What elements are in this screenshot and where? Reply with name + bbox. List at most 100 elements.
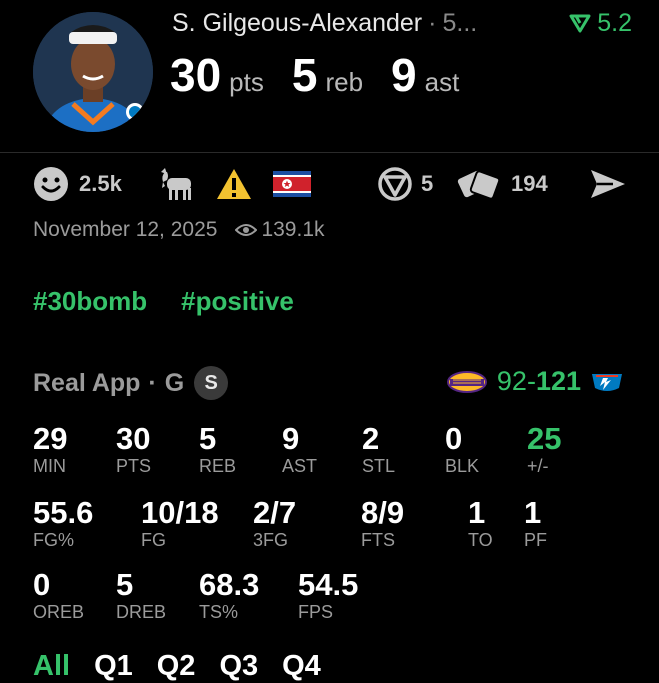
stat-pf: 1 PF bbox=[524, 495, 548, 551]
stat-to: 1 TO bbox=[468, 495, 493, 551]
stat-label: +/- bbox=[527, 456, 549, 476]
stat-dreb: 5 DREB bbox=[116, 567, 167, 623]
stat-label: TS% bbox=[199, 602, 239, 622]
points-unit: pts bbox=[229, 67, 264, 97]
stat-label: MIN bbox=[33, 456, 66, 476]
assists-value: 9 bbox=[391, 49, 417, 101]
post-date: November 12, 2025 bbox=[33, 218, 218, 241]
stat-label: TO bbox=[468, 530, 493, 550]
view-count: 139.1k bbox=[235, 218, 325, 242]
goat-button[interactable] bbox=[157, 160, 197, 208]
source-separator: · bbox=[148, 368, 157, 397]
stat-label: PF bbox=[524, 530, 548, 550]
stat-fg-pct: 55.6 FG% bbox=[33, 495, 94, 551]
stat-min: 29 MIN bbox=[33, 422, 67, 477]
post-meta: November 12, 2025 139.1k bbox=[33, 218, 325, 242]
stat-label: PTS bbox=[116, 456, 152, 476]
assists-unit: ast bbox=[424, 67, 460, 97]
tab-all[interactable]: All bbox=[33, 650, 70, 683]
stat-value: 9 bbox=[282, 421, 300, 456]
lakers-logo-icon bbox=[446, 370, 487, 393]
stat-value: 2 bbox=[362, 421, 380, 456]
stat-value: 2/7 bbox=[253, 495, 297, 530]
stat-value: 10/18 bbox=[141, 495, 219, 530]
warning-icon bbox=[217, 169, 251, 199]
stat-value: 68.3 bbox=[199, 567, 260, 602]
stat-value: 0 bbox=[445, 421, 463, 456]
stat-value: 0 bbox=[33, 567, 51, 602]
header-divider bbox=[0, 152, 659, 153]
flag-button[interactable] bbox=[273, 160, 311, 208]
action-bar: 2.5k 5 194 bbox=[33, 160, 633, 208]
stat-pts: 30 PTS bbox=[116, 421, 152, 477]
stat-oreb: 0 OREB bbox=[33, 567, 85, 623]
stat-value: 55.6 bbox=[33, 495, 94, 530]
player-name[interactable]: S. Gilgeous-Alexander bbox=[172, 9, 422, 38]
stat-stl: 2 STL bbox=[362, 421, 396, 477]
stat-plus-minus: 25 +/- bbox=[527, 421, 562, 477]
stat-label: REB bbox=[199, 456, 237, 476]
stat-label: FTS bbox=[361, 530, 395, 550]
stat-label: FPS bbox=[298, 602, 334, 622]
tab-q4[interactable]: Q4 bbox=[282, 650, 321, 683]
rebounds-unit: reb bbox=[325, 67, 364, 97]
cards-icon bbox=[457, 170, 501, 200]
stat-value: 1 bbox=[468, 495, 486, 530]
share-button[interactable] bbox=[589, 160, 627, 208]
stat-value: 30 bbox=[116, 421, 151, 456]
stat-value: 5 bbox=[199, 421, 217, 456]
cards-count: 194 bbox=[511, 171, 548, 196]
trend-up-icon bbox=[569, 14, 591, 33]
smiley-icon bbox=[34, 167, 68, 201]
goat-icon bbox=[161, 168, 191, 200]
trend-indicator: 5.2 bbox=[569, 6, 632, 40]
statline: 30 pts 5 reb 9 ast bbox=[170, 48, 487, 102]
tab-q3[interactable]: Q3 bbox=[219, 650, 258, 683]
v-logo-icon bbox=[378, 167, 412, 201]
send-icon bbox=[591, 170, 625, 198]
rebounds-value: 5 bbox=[291, 49, 318, 101]
stat-label: OREB bbox=[33, 602, 85, 622]
reactions-button[interactable]: 2.5k bbox=[33, 160, 122, 208]
stat-label: FG% bbox=[33, 530, 75, 550]
player-avatar[interactable] bbox=[33, 12, 153, 132]
tab-q2[interactable]: Q2 bbox=[157, 650, 196, 683]
stat-label: DREB bbox=[116, 602, 167, 622]
stat-ast: 9 AST bbox=[282, 421, 318, 477]
flag-icon bbox=[273, 171, 311, 197]
v-button[interactable]: 5 bbox=[377, 160, 433, 208]
tab-q1[interactable]: Q1 bbox=[94, 650, 133, 683]
game-score[interactable]: 92 - 121 bbox=[446, 366, 623, 397]
stat-value: 8/9 bbox=[361, 495, 405, 530]
source-app[interactable]: Real App bbox=[33, 369, 140, 398]
stat-label: AST bbox=[282, 456, 318, 476]
player-header: S. Gilgeous-Alexander · 5... 5.2 bbox=[172, 6, 632, 40]
stat-value: 1 bbox=[524, 495, 542, 530]
tag-list: #30bomb #positive bbox=[33, 286, 328, 317]
stat-value: 54.5 bbox=[298, 567, 359, 602]
stat-3fg: 2/7 3FG bbox=[253, 495, 297, 551]
s-badge: S bbox=[194, 366, 229, 400]
stat-value: 25 bbox=[527, 421, 562, 456]
stat-value: 5 bbox=[116, 567, 134, 602]
views-value: 139.1k bbox=[261, 218, 325, 241]
stat-fg: 10/18 FG bbox=[141, 495, 219, 551]
stat-fps: 54.5 FPS bbox=[298, 567, 359, 623]
stat-reb: 5 REB bbox=[199, 421, 237, 477]
cards-button[interactable]: 194 bbox=[457, 160, 548, 208]
thunder-logo-icon bbox=[592, 373, 622, 391]
eye-icon bbox=[235, 224, 258, 236]
home-score: 121 bbox=[535, 366, 581, 396]
separator-dot: · bbox=[428, 8, 437, 37]
tag-positive[interactable]: #positive bbox=[181, 286, 294, 317]
stat-label: BLK bbox=[445, 456, 480, 476]
truncated-text: 5... bbox=[442, 8, 478, 37]
reactions-count: 2.5k bbox=[79, 171, 122, 196]
stat-ts-pct: 68.3 TS% bbox=[199, 567, 260, 623]
source-row: Real App · G S bbox=[33, 366, 229, 400]
stat-label: STL bbox=[362, 456, 396, 476]
stat-label: 3FG bbox=[253, 530, 289, 550]
v-count: 5 bbox=[421, 171, 434, 196]
tag-30bomb[interactable]: #30bomb bbox=[33, 286, 147, 317]
warning-button[interactable] bbox=[215, 160, 253, 208]
